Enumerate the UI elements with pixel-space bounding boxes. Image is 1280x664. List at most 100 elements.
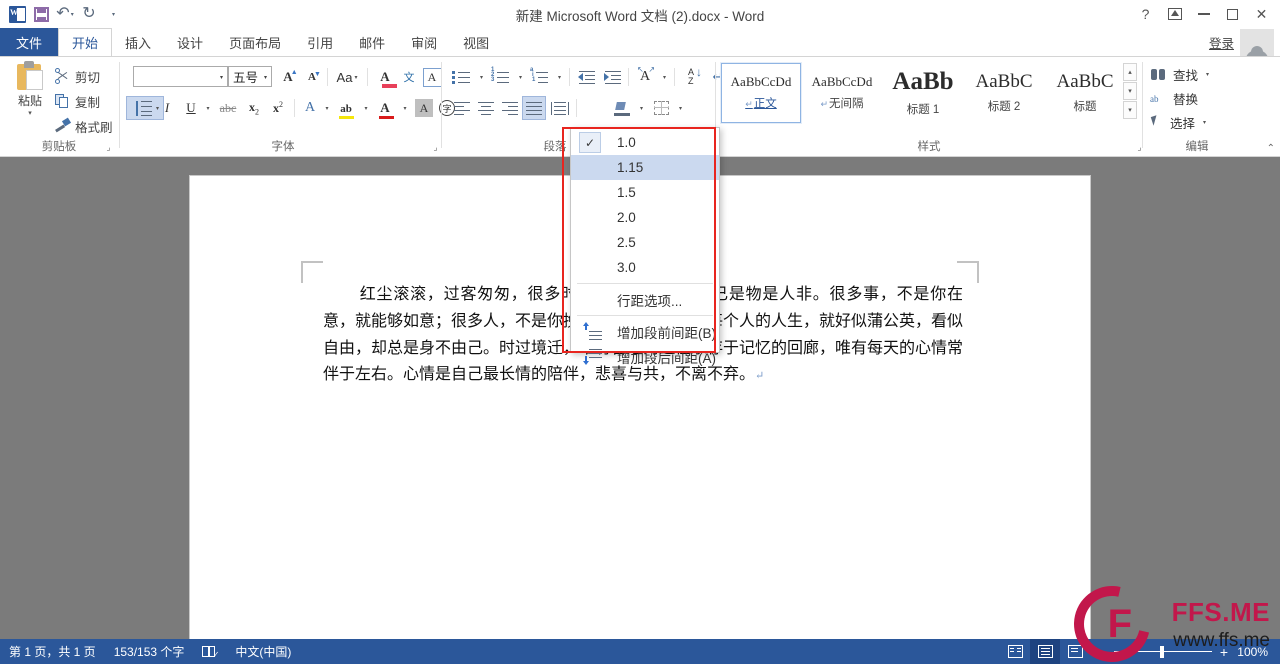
line-spacing-option-3-0[interactable]: 3.0 (571, 255, 719, 280)
line-spacing-menu[interactable]: ✓ 1.0 1.15 1.5 2.0 2.5 3.0 行距选项... 增加段前间 (570, 127, 720, 366)
avatar[interactable] (1240, 29, 1274, 59)
tab-file[interactable]: 文件 (0, 28, 59, 56)
multilevel-caret[interactable]: ▾ (552, 67, 565, 87)
proofing-status[interactable]: ✓ (193, 639, 226, 664)
font-size-input[interactable]: 五号 ▾ (228, 66, 272, 87)
bullets-caret[interactable]: ▾ (474, 67, 487, 87)
copy-button[interactable]: 复制 (54, 90, 100, 112)
tab-references[interactable]: 引用 (294, 28, 346, 56)
strikethrough-button[interactable]: abc (215, 97, 241, 119)
page-indicator[interactable]: 第 1 页，共 1 页 (0, 639, 105, 664)
cut-button[interactable]: 剪切 (54, 65, 100, 87)
ribbon-display-options-button[interactable] (1160, 2, 1189, 26)
style-heading-2[interactable]: AaBbC 标题 2 (964, 63, 1044, 123)
clipboard-dialog-launcher[interactable]: ⌟ (103, 142, 114, 153)
text-highlight-button[interactable]: ab (334, 97, 358, 119)
shrink-font-button[interactable]: A ▼ (301, 67, 323, 87)
underline-caret[interactable]: ▾ (200, 97, 214, 119)
align-center-button[interactable] (474, 97, 498, 119)
grow-font-button[interactable]: A ▲ (277, 67, 299, 87)
subscript-button[interactable]: x2 (243, 97, 265, 119)
line-spacing-option-1-0[interactable]: ✓ 1.0 (571, 130, 719, 155)
read-mode-button[interactable] (1000, 639, 1030, 664)
text-effects-button[interactable]: A (299, 97, 321, 119)
tab-page-layout[interactable]: 页面布局 (216, 28, 294, 56)
clear-formatting-button[interactable]: A (373, 67, 398, 88)
text-effects-caret[interactable]: ▾ (319, 97, 333, 119)
style-heading-1[interactable]: AaBb 标题 1 (883, 63, 963, 123)
shading-button[interactable] (610, 97, 634, 119)
help-button[interactable]: ? (1131, 2, 1160, 26)
paste-caret-icon[interactable]: ▾ (8, 109, 52, 117)
tab-insert[interactable]: 插入 (112, 28, 164, 56)
web-layout-button[interactable] (1060, 639, 1090, 664)
font-dialog-launcher[interactable]: ⌟ (430, 142, 441, 153)
paste-button[interactable]: 粘贴 ▾ (8, 61, 52, 117)
font-color-button[interactable]: A (373, 97, 397, 119)
font-name-input[interactable]: ▾ (133, 66, 228, 87)
zoom-in-button[interactable]: + (1218, 644, 1230, 660)
superscript-button[interactable]: x2 (267, 97, 289, 119)
increase-indent-button[interactable] (600, 67, 624, 87)
numbering-button[interactable]: 123 (489, 67, 513, 87)
zoom-slider[interactable]: − + (1090, 644, 1236, 660)
align-right-button[interactable] (498, 97, 522, 119)
tab-design[interactable]: 设计 (164, 28, 216, 56)
style-normal[interactable]: AaBbCcDd ↵正文 (720, 62, 802, 124)
multilevel-list-button[interactable]: ai1 (528, 67, 552, 87)
bullets-button[interactable] (450, 67, 474, 87)
line-spacing-button[interactable]: ▾ (126, 96, 164, 120)
tab-mailings[interactable]: 邮件 (346, 28, 398, 56)
line-spacing-option-2-5[interactable]: 2.5 (571, 230, 719, 255)
word-count[interactable]: 153/153 个字 (105, 639, 194, 664)
maximize-button[interactable] (1218, 2, 1247, 26)
decrease-indent-button[interactable] (574, 67, 598, 87)
highlight-caret[interactable]: ▾ (358, 97, 372, 119)
change-case-button[interactable]: Aa ▾ (332, 67, 362, 87)
select-button[interactable]: 选择 ▾ (1150, 111, 1206, 134)
tab-view[interactable]: 视图 (450, 28, 502, 56)
distribute-button[interactable] (548, 96, 572, 120)
line-spacing-option-2-0[interactable]: 2.0 (571, 205, 719, 230)
zoom-level[interactable]: 100% (1236, 645, 1272, 659)
phonetic-guide-button[interactable]: 文 (397, 67, 421, 87)
add-space-after-paragraph-item[interactable]: 增加段后间距(A) (571, 344, 719, 369)
character-shading-button[interactable]: A (412, 97, 436, 119)
tab-home[interactable]: 开始 (58, 28, 113, 56)
character-border-button[interactable]: A (421, 66, 443, 88)
minimize-button[interactable] (1189, 2, 1218, 26)
sort-button[interactable]: A Z ↓ (679, 66, 703, 87)
zoom-track[interactable] (1114, 645, 1212, 658)
zoom-out-button[interactable]: − (1096, 644, 1108, 660)
tab-review[interactable]: 审阅 (398, 28, 450, 56)
line-spacing-option-1-15[interactable]: 1.15 (571, 155, 719, 180)
asian-layout-button[interactable]: A ↖ ↗ (633, 65, 657, 87)
zoom-thumb[interactable] (1160, 645, 1164, 658)
find-button[interactable]: 查找 ▾ (1150, 63, 1209, 86)
shading-caret[interactable]: ▾ (634, 97, 647, 119)
language-indicator[interactable]: 中文(中国) (226, 639, 300, 664)
style-no-spacing[interactable]: AaBbCcDd ↵无间隔 (802, 63, 882, 123)
styles-more-button[interactable]: ▾ (1123, 101, 1137, 119)
format-painter-button[interactable]: 格式刷 (54, 115, 113, 137)
font-color-caret[interactable]: ▾ (397, 97, 411, 119)
asian-layout-caret[interactable]: ▾ (657, 67, 670, 87)
numbering-caret[interactable]: ▾ (513, 67, 526, 87)
style-title[interactable]: AaBbC 标题 (1045, 63, 1125, 123)
add-space-before-paragraph-item[interactable]: 增加段前间距(B) (571, 319, 719, 344)
borders-button[interactable] (649, 97, 673, 119)
line-spacing-option-1-5[interactable]: 1.5 (571, 180, 719, 205)
underline-button[interactable]: U (180, 97, 202, 119)
close-button[interactable]: ✕ (1247, 2, 1276, 26)
borders-caret[interactable]: ▾ (673, 97, 686, 119)
replace-button[interactable]: ab 替换 (1150, 87, 1198, 110)
styles-scroll-up-button[interactable]: ▴ (1123, 63, 1137, 81)
align-left-button[interactable] (450, 97, 474, 119)
find-caret-icon[interactable]: ▾ (1206, 71, 1209, 78)
styles-scroll-down-button[interactable]: ▾ (1123, 82, 1137, 100)
justify-button[interactable] (522, 96, 546, 120)
collapse-ribbon-button[interactable]: ⌃ (1267, 143, 1275, 154)
sign-in-link[interactable]: 登录 (1209, 33, 1234, 52)
select-caret-icon[interactable]: ▾ (1203, 119, 1206, 126)
print-layout-button[interactable] (1030, 639, 1060, 664)
